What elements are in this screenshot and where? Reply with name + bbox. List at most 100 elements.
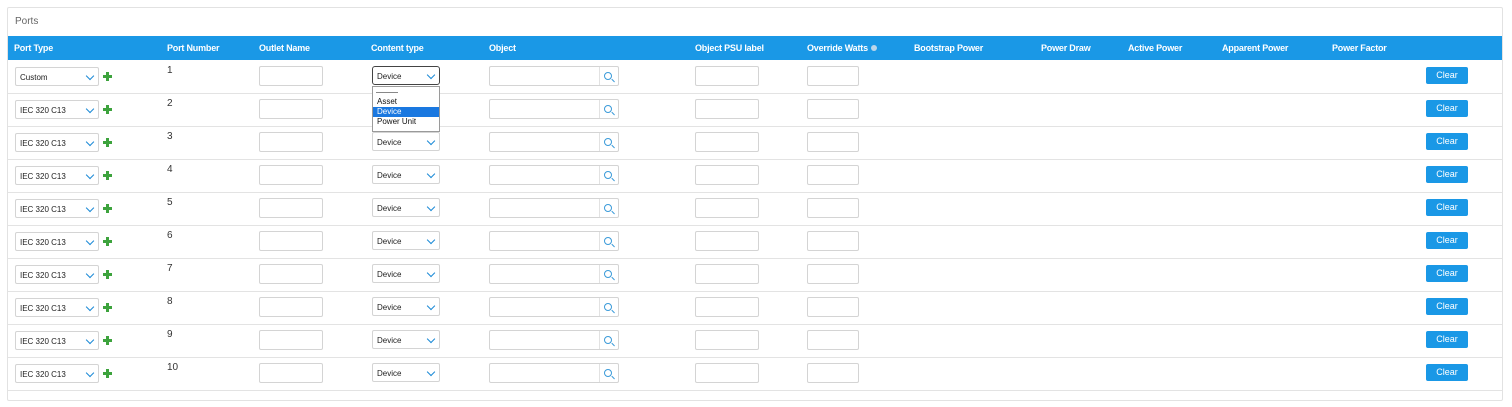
clear-button[interactable]: Clear xyxy=(1426,100,1468,117)
add-port-icon[interactable] xyxy=(103,270,112,279)
outlet-name-input[interactable] xyxy=(259,231,323,251)
content-type-select[interactable]: Device xyxy=(372,132,440,151)
search-icon[interactable] xyxy=(604,270,612,278)
object-search-input[interactable] xyxy=(489,330,619,350)
add-port-icon[interactable] xyxy=(103,303,112,312)
chevron-down-icon xyxy=(426,169,436,179)
outlet-name-input[interactable] xyxy=(259,198,323,218)
object-psu-label-input[interactable] xyxy=(695,297,759,317)
outlet-name-input[interactable] xyxy=(259,297,323,317)
override-watts-input[interactable] xyxy=(807,66,859,86)
add-port-icon[interactable] xyxy=(103,72,112,81)
outlet-name-input[interactable] xyxy=(259,330,323,350)
search-divider xyxy=(599,166,600,184)
dropdown-option-separator[interactable] xyxy=(373,87,439,97)
clear-button[interactable]: Clear xyxy=(1426,199,1468,216)
object-search-input[interactable] xyxy=(489,66,619,86)
search-icon[interactable] xyxy=(604,72,612,80)
override-watts-input[interactable] xyxy=(807,99,859,119)
outlet-name-input[interactable] xyxy=(259,66,323,86)
add-port-icon[interactable] xyxy=(103,138,112,147)
dropdown-option-asset[interactable]: Asset xyxy=(373,97,439,107)
clear-button[interactable]: Clear xyxy=(1426,364,1468,381)
outlet-name-input[interactable] xyxy=(259,132,323,152)
search-icon[interactable] xyxy=(604,369,612,377)
content-type-select[interactable]: Device xyxy=(372,264,440,283)
search-icon[interactable] xyxy=(604,237,612,245)
object-psu-label-input[interactable] xyxy=(695,198,759,218)
search-icon[interactable] xyxy=(604,138,612,146)
outlet-name-input[interactable] xyxy=(259,165,323,185)
port-type-select[interactable]: IEC 320 C13 xyxy=(15,133,99,152)
port-type-select[interactable]: Custom xyxy=(15,67,99,86)
search-icon[interactable] xyxy=(604,105,612,113)
object-search-input[interactable] xyxy=(489,198,619,218)
override-watts-input[interactable] xyxy=(807,132,859,152)
clear-button[interactable]: Clear xyxy=(1426,133,1468,150)
clear-button[interactable]: Clear xyxy=(1426,331,1468,348)
search-icon[interactable] xyxy=(604,303,612,311)
dropdown-option-device[interactable]: Device xyxy=(373,107,439,117)
content-type-select[interactable]: Device xyxy=(372,198,440,217)
object-psu-label-input[interactable] xyxy=(695,363,759,383)
port-type-select[interactable]: IEC 320 C13 xyxy=(15,331,99,350)
content-type-select[interactable]: Device xyxy=(372,231,440,250)
content-type-select[interactable]: Device xyxy=(372,165,440,184)
info-icon[interactable] xyxy=(870,45,877,51)
search-icon[interactable] xyxy=(604,336,612,344)
object-search-input[interactable] xyxy=(489,165,619,185)
content-type-select[interactable]: Device xyxy=(372,66,440,85)
content-type-select[interactable]: Device xyxy=(372,363,440,382)
override-watts-input[interactable] xyxy=(807,231,859,251)
object-search-input[interactable] xyxy=(489,99,619,119)
outlet-name-input[interactable] xyxy=(259,99,323,119)
table-row: IEC 320 C13 8 Device Clear xyxy=(8,291,1502,325)
clear-button[interactable]: Clear xyxy=(1426,265,1468,282)
dropdown-option-power-unit[interactable]: Power Unit xyxy=(373,117,439,127)
object-psu-label-input[interactable] xyxy=(695,231,759,251)
object-search-input[interactable] xyxy=(489,231,619,251)
add-port-icon[interactable] xyxy=(103,237,112,246)
port-type-select[interactable]: IEC 320 C13 xyxy=(15,100,99,119)
clear-button[interactable]: Clear xyxy=(1426,232,1468,249)
port-type-select[interactable]: IEC 320 C13 xyxy=(15,364,99,383)
port-type-select[interactable]: IEC 320 C13 xyxy=(15,265,99,284)
object-psu-label-input[interactable] xyxy=(695,99,759,119)
search-icon[interactable] xyxy=(604,204,612,212)
add-port-icon[interactable] xyxy=(103,336,112,345)
object-psu-label-input[interactable] xyxy=(695,330,759,350)
outlet-name-input[interactable] xyxy=(259,363,323,383)
clear-button[interactable]: Clear xyxy=(1426,67,1468,84)
object-search-input[interactable] xyxy=(489,363,619,383)
outlet-name-input[interactable] xyxy=(259,264,323,284)
add-port-icon[interactable] xyxy=(103,171,112,180)
search-icon[interactable] xyxy=(604,171,612,179)
add-port-icon[interactable] xyxy=(103,369,112,378)
add-port-icon[interactable] xyxy=(103,105,112,114)
override-watts-input[interactable] xyxy=(807,264,859,284)
object-search-input[interactable] xyxy=(489,297,619,317)
object-psu-label-input[interactable] xyxy=(695,66,759,86)
port-type-select[interactable]: IEC 320 C13 xyxy=(15,232,99,251)
object-search-input[interactable] xyxy=(489,132,619,152)
override-watts-input[interactable] xyxy=(807,330,859,350)
clear-button[interactable]: Clear xyxy=(1426,166,1468,183)
content-type-dropdown[interactable]: Asset Device Power Unit xyxy=(372,86,440,132)
object-psu-label-input[interactable] xyxy=(695,264,759,284)
override-watts-input[interactable] xyxy=(807,165,859,185)
port-type-select[interactable]: IEC 320 C13 xyxy=(15,166,99,185)
content-type-select[interactable]: Device xyxy=(372,330,440,349)
override-watts-input[interactable] xyxy=(807,198,859,218)
override-watts-input[interactable] xyxy=(807,363,859,383)
chevron-down-icon xyxy=(426,70,436,80)
override-watts-input[interactable] xyxy=(807,297,859,317)
object-psu-label-input[interactable] xyxy=(695,165,759,185)
port-type-select[interactable]: IEC 320 C13 xyxy=(15,298,99,317)
object-psu-label-input[interactable] xyxy=(695,132,759,152)
object-search-input[interactable] xyxy=(489,264,619,284)
clear-button[interactable]: Clear xyxy=(1426,298,1468,315)
col-object: Object xyxy=(489,43,516,53)
add-port-icon[interactable] xyxy=(103,204,112,213)
content-type-select[interactable]: Device xyxy=(372,297,440,316)
port-type-select[interactable]: IEC 320 C13 xyxy=(15,199,99,218)
